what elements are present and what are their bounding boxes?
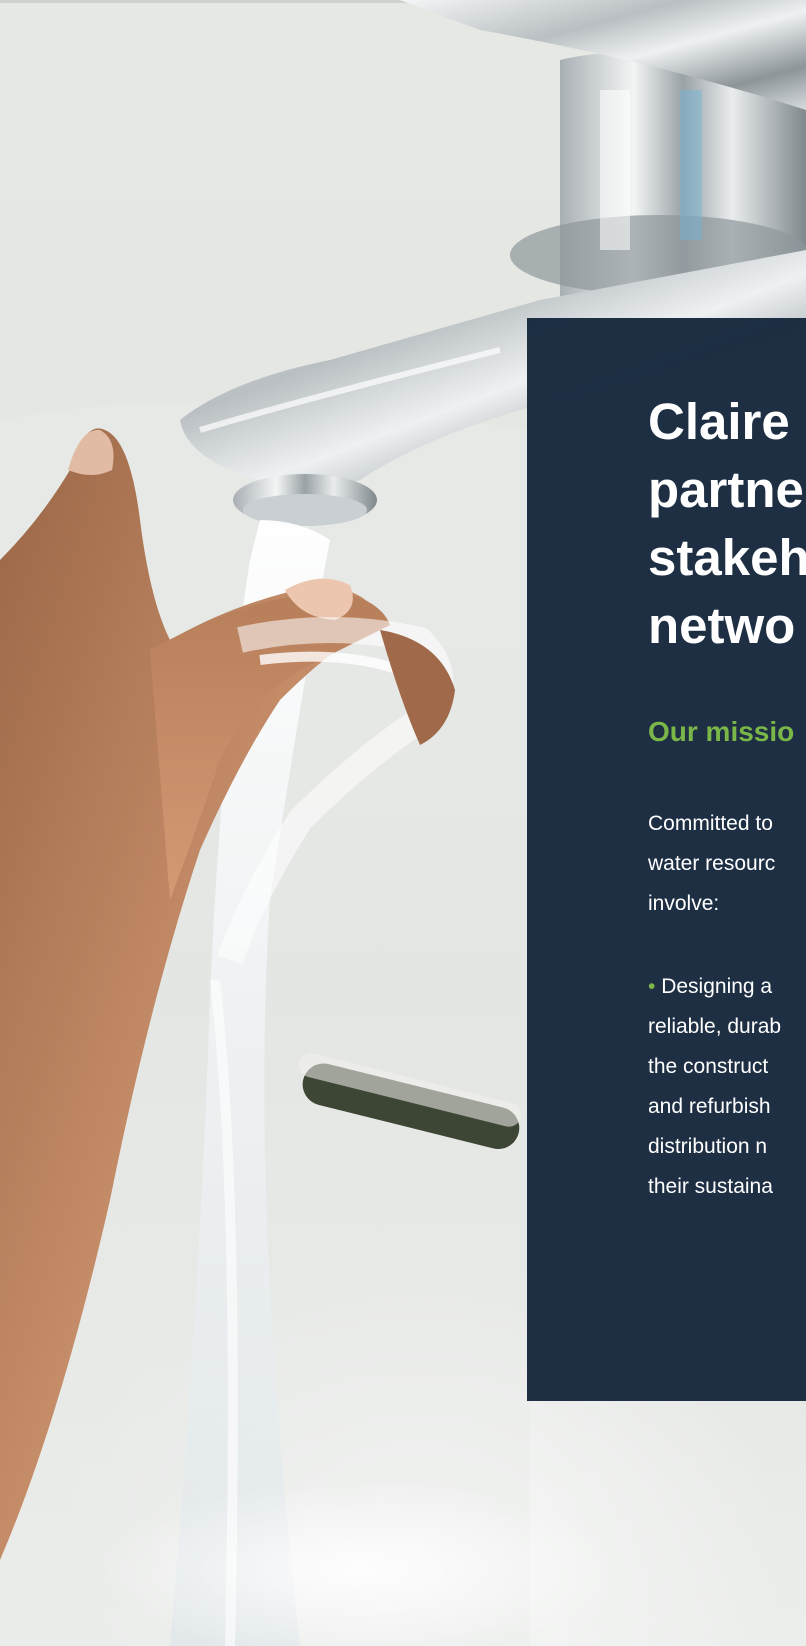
mission-panel: Claire partne stakeh netwo Our missio Co… [527,318,806,1401]
mission-intro: Committed to water resourc involve: [648,804,806,924]
headline-line: Claire [648,393,790,450]
bullet-icon: • [648,975,656,998]
mission-heading: Our missio [648,716,795,747]
intro-line: involve: [648,892,720,915]
headline-line: partne [648,461,804,518]
bullet-line: distribution n [648,1135,768,1158]
mission-bullet-item: • Designing a reliable, durab the constr… [648,967,806,1207]
bullet-line: the construct [648,1055,769,1078]
panel-headline: Claire partne stakeh netwo [648,388,806,660]
intro-line: water resourc [648,852,776,875]
bullet-line: reliable, durab [648,1015,782,1038]
intro-line: Committed to [648,812,773,835]
mission-panel-content: Claire partne stakeh netwo Our missio Co… [648,388,806,1207]
headline-line: netwo [648,597,796,654]
bullet-line: Designing a [661,975,773,998]
bullet-line: and refurbish [648,1095,771,1118]
bullet-line: their sustaina [648,1175,773,1198]
headline-line: stakeh [648,529,806,586]
